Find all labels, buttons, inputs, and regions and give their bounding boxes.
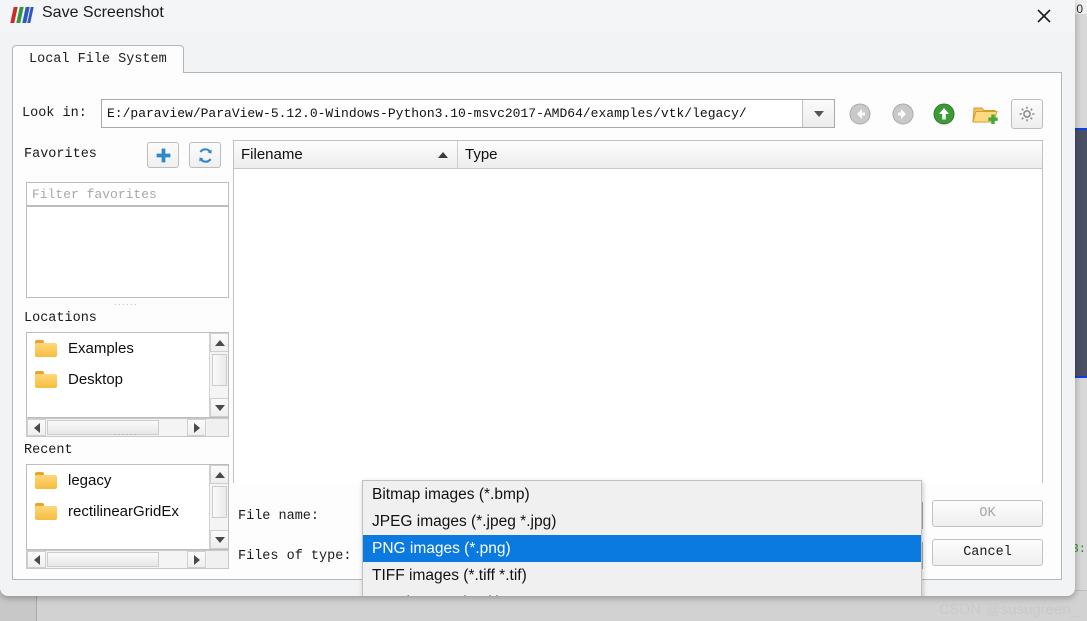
new-folder-button[interactable]	[970, 99, 1000, 129]
recent-vertical-scrollbar[interactable]	[209, 465, 228, 549]
locations-label: Locations	[24, 311, 97, 326]
dropdown-option-tiff[interactable]: TIFF images (*.tiff *.tif)	[363, 562, 921, 589]
favorites-label: Favorites	[24, 147, 97, 162]
files-of-type-dropdown[interactable]: Bitmap images (*.bmp) JPEG images (*.jpe…	[362, 480, 922, 596]
scroll-right-icon[interactable]	[187, 419, 206, 436]
settings-button[interactable]	[1011, 99, 1043, 129]
file-list-header: Filename Type	[234, 141, 1042, 169]
list-item-label: legacy	[68, 472, 112, 489]
list-item[interactable]: legacy	[27, 465, 210, 496]
dialog-title: Save Screenshot	[42, 4, 164, 21]
folder-icon	[35, 371, 57, 388]
scrollbar-thumb[interactable]	[212, 486, 227, 518]
file-list[interactable]: Filename Type	[233, 140, 1043, 483]
look-in-label: Look in:	[22, 106, 87, 121]
list-item-label: rectilinearGridEx	[68, 503, 179, 520]
dialog-titlebar: Save Screenshot	[0, 0, 1075, 31]
watermark: CSDN @susugreen_	[938, 601, 1079, 618]
scroll-down-icon[interactable]	[210, 398, 228, 417]
paraview-logo-icon	[10, 7, 34, 23]
list-item-label: Examples	[68, 340, 134, 357]
list-item[interactable]: Examples	[27, 333, 210, 364]
locations-list[interactable]: Examples Desktop	[26, 332, 229, 418]
add-favorite-button[interactable]	[147, 142, 179, 168]
scrollbar-corner	[207, 551, 228, 568]
scroll-down-icon[interactable]	[210, 530, 228, 549]
chevron-down-icon[interactable]	[802, 100, 834, 127]
arrow-up-circle-icon	[933, 103, 955, 125]
dropdown-option-jpeg[interactable]: JPEG images (*.jpeg *.jpg)	[363, 508, 921, 535]
recent-label: Recent	[24, 443, 73, 458]
refresh-favorites-button[interactable]	[189, 142, 221, 168]
column-header-filename[interactable]: Filename	[234, 141, 458, 168]
file-list-body[interactable]	[234, 169, 1042, 483]
column-header-label: Type	[465, 146, 498, 163]
gear-icon	[1019, 106, 1035, 122]
tabstrip: Local File System	[12, 45, 1062, 73]
file-name-label: File name:	[238, 509, 320, 524]
recent-list[interactable]: legacy rectilinearGridEx	[26, 464, 229, 550]
ok-button[interactable]: OK	[932, 500, 1043, 527]
scroll-left-icon[interactable]	[27, 551, 46, 568]
plus-icon	[156, 148, 170, 162]
refresh-icon	[198, 147, 212, 163]
scroll-up-icon[interactable]	[210, 333, 228, 352]
column-header-type[interactable]: Type	[458, 141, 1042, 168]
dropdown-option-vtk[interactable]: VTK images (*.vtk)	[363, 589, 921, 596]
back-button[interactable]	[845, 99, 875, 129]
scrollbar-thumb[interactable]	[47, 420, 159, 435]
folder-icon	[35, 503, 57, 520]
folder-add-icon	[972, 107, 998, 124]
recent-horizontal-scrollbar[interactable]	[26, 550, 229, 569]
scrollbar-corner	[207, 419, 228, 436]
scroll-right-icon[interactable]	[187, 551, 206, 568]
locations-vertical-scrollbar[interactable]	[209, 333, 228, 417]
list-item[interactable]: rectilinearGridEx	[27, 496, 210, 527]
folder-icon	[35, 340, 57, 357]
recent-rows: legacy rectilinearGridEx	[27, 465, 210, 549]
favorites-list[interactable]	[26, 206, 229, 298]
splitter-handle-locations[interactable]: ......	[114, 427, 138, 437]
folder-icon	[35, 472, 57, 489]
scroll-left-icon[interactable]	[27, 419, 46, 436]
list-item[interactable]: Desktop	[27, 364, 210, 395]
splitter-handle-favorites[interactable]: ......	[114, 297, 138, 307]
arrow-left-circle-icon	[849, 103, 871, 125]
save-screenshot-dialog: Save Screenshot Local File System Look i…	[0, 0, 1075, 596]
scrollbar-thumb[interactable]	[47, 552, 159, 567]
favorites-filter-input[interactable]	[26, 182, 229, 206]
scrollbar-thumb[interactable]	[212, 354, 227, 386]
list-item-label: Desktop	[68, 371, 124, 388]
tab-local-file-system[interactable]: Local File System	[12, 45, 184, 73]
sort-ascending-icon	[438, 152, 448, 158]
screen-root: 0 3: Save Screenshot Local File System L…	[0, 0, 1087, 621]
files-of-type-label: Files of type:	[238, 549, 352, 564]
forward-button[interactable]	[888, 99, 918, 129]
close-icon[interactable]	[1027, 2, 1061, 30]
column-header-label: Filename	[241, 146, 303, 163]
arrow-right-circle-icon	[892, 103, 914, 125]
look-in-path-value: E:/paraview/ParaView-5.12.0-Windows-Pyth…	[107, 106, 747, 121]
dropdown-option-png[interactable]: PNG images (*.png)	[363, 535, 921, 562]
look-in-combobox[interactable]: E:/paraview/ParaView-5.12.0-Windows-Pyth…	[101, 99, 835, 128]
locations-rows: Examples Desktop	[27, 333, 210, 417]
scroll-up-icon[interactable]	[210, 465, 228, 484]
up-button[interactable]	[929, 99, 959, 129]
cancel-button[interactable]: Cancel	[932, 539, 1043, 566]
dropdown-option-bmp[interactable]: Bitmap images (*.bmp)	[363, 481, 921, 508]
